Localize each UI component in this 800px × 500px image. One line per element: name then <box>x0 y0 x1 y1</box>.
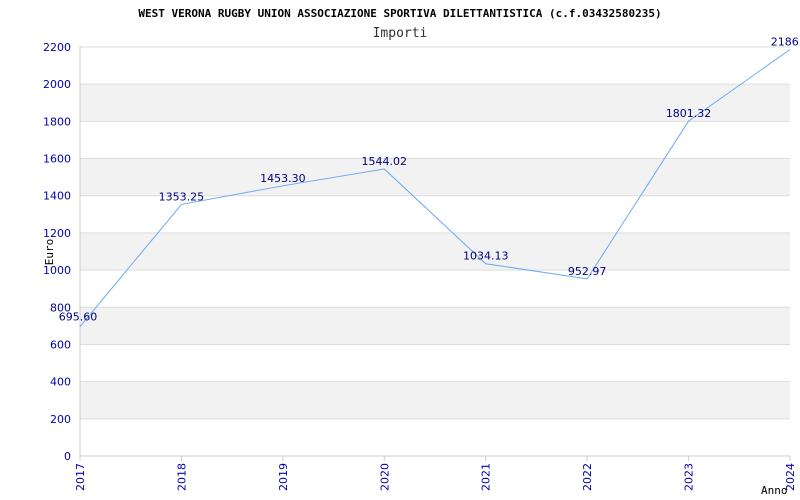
data-label: 695.60 <box>59 311 98 324</box>
x-tick-label: 2023 <box>683 463 696 491</box>
plot-background-bands <box>80 84 790 419</box>
line-chart: 0200400600800100012001400160018002000220… <box>43 7 800 497</box>
y-tick-label: 1400 <box>43 190 71 203</box>
data-label: 1544.02 <box>362 155 408 168</box>
x-tick-label: 2020 <box>378 463 391 491</box>
data-label: 1453.30 <box>260 172 306 185</box>
y-tick-label: 200 <box>50 413 71 426</box>
data-label: 2186.5 <box>771 36 800 49</box>
y-axis-label: Euro <box>43 239 56 266</box>
y-tick-label: 2000 <box>43 78 71 91</box>
y-tick-label: 1200 <box>43 227 71 240</box>
x-tick-label: 2017 <box>74 463 87 491</box>
x-tick-labels: 2017 2018 2019 2020 2021 2022 2023 2024 <box>74 463 797 491</box>
y-tick-label: 400 <box>50 376 71 389</box>
y-tick-label: 2200 <box>43 41 71 54</box>
chart-subtitle: Importi <box>373 26 428 41</box>
y-tick-label: 1600 <box>43 153 71 166</box>
x-tick-label: 2019 <box>277 463 290 491</box>
x-axis-label: Anno <box>761 484 788 497</box>
data-label: 952.97 <box>568 265 607 278</box>
grid-band <box>80 381 790 419</box>
data-label: 1034.13 <box>463 250 509 263</box>
grid-band <box>80 307 790 345</box>
data-label: 1801.32 <box>666 107 712 120</box>
grid-band <box>80 232 790 271</box>
x-tick-label: 2018 <box>175 463 188 491</box>
x-tick-label: 2022 <box>581 463 594 491</box>
chart-title: WEST VERONA RUGBY UNION ASSOCIAZIONE SPO… <box>138 7 661 20</box>
y-tick-label: 1800 <box>43 115 71 128</box>
y-tick-label: 0 <box>64 450 71 463</box>
y-tick-label: 600 <box>50 338 71 351</box>
x-tick-label: 2021 <box>480 463 493 491</box>
data-label: 1353.25 <box>159 190 205 203</box>
